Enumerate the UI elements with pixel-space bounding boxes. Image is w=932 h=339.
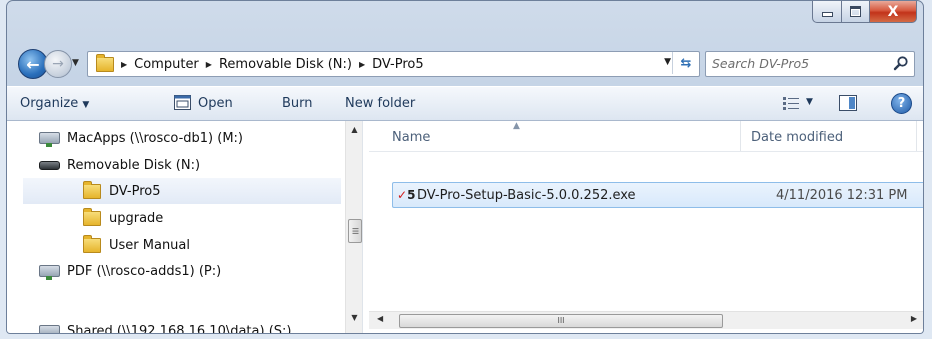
tree-item-macapps-drive[interactable]: MacApps (\\rosco-db1) (M:) [39,125,243,151]
folder-icon [83,207,101,226]
address-bar[interactable]: ▶ Computer ▶ Removable Disk (N:) ▶ DV-Pr… [87,51,700,77]
tree-item-upgrade[interactable]: upgrade [83,205,163,231]
breadcrumb-separator-icon[interactable]: ▶ [206,60,212,69]
column-header-date-modified[interactable]: Date modified [751,130,843,145]
explorer-window: X ← → ▼ ▶ Computer ▶ Removable Disk (N:)… [6,0,924,334]
minimize-icon [821,12,833,17]
minimize-button[interactable] [812,1,842,23]
help-icon: ? [897,96,906,111]
network-drive-icon [39,132,60,147]
folder-icon [96,53,114,72]
refresh-button[interactable]: ⇆ [672,52,699,74]
file-row[interactable]: ✓5 DV-Pro-Setup-Basic-5.0.0.252.exe 4/11… [392,182,923,208]
scrollbar-thumb[interactable]: III [399,314,723,328]
breadcrumb-removable-disk[interactable]: Removable Disk (N:) [219,57,352,72]
folder-icon [83,234,101,253]
tree-item-shared-drive[interactable]: Shared (\\192.168.16.10\data) (S:) [39,318,291,333]
tree-item-removable-disk[interactable]: Removable Disk (N:) [39,152,200,178]
tree-item-label: Shared (\\192.168.16.10\data) (S:) [67,323,292,334]
open-app-icon [174,95,191,110]
installer-icon-text: 5 [407,188,416,202]
network-drive-icon [39,265,60,280]
breadcrumb-separator-icon[interactable]: ▶ [121,60,127,69]
column-header-row: ▲ Name Date modified [369,121,923,152]
forward-button[interactable]: → [44,50,72,78]
scroll-down-icon[interactable]: ▼ [346,313,363,322]
tree-item-label: Removable Disk (N:) [67,157,201,173]
tree-item-dv-pro5[interactable]: DV-Pro5 [23,178,341,204]
file-name: DV-Pro-Setup-Basic-5.0.0.252.exe [417,187,636,203]
chevron-down-icon: ▼ [82,100,90,110]
back-arrow-icon: ← [26,54,40,74]
tree-item-label: DV-Pro5 [109,183,161,199]
organize-label: Organize [20,96,79,111]
scroll-right-icon[interactable]: ▶ [911,314,917,323]
search-input[interactable] [712,54,882,72]
column-divider[interactable] [740,121,741,151]
installer-icon: ✓5 [397,188,416,202]
file-list-horizontal-scrollbar[interactable]: ◀ III ▶ [369,311,923,329]
maximize-icon [850,6,861,17]
view-options-icon[interactable] [783,97,799,110]
sort-ascending-icon: ▲ [513,121,520,131]
breadcrumb-computer[interactable]: Computer [134,57,199,72]
navigation-pane-vertical-scrollbar[interactable]: ▲ III ▼ [345,121,363,333]
view-options-dropdown-icon[interactable]: ▼ [806,97,813,107]
tree-item-label: MacApps (\\rosco-db1) (M:) [67,130,244,146]
refresh-icon: ⇆ [680,55,692,71]
maximize-button[interactable] [842,1,870,23]
new-folder-button[interactable]: New folder [345,96,415,111]
folder-icon [83,180,101,199]
help-button[interactable]: ? [891,93,912,114]
breadcrumb-separator-icon[interactable]: ▶ [359,60,365,69]
command-bar: Organize ▼ Open Burn New folder ▼ ? [7,86,923,121]
search-box[interactable] [705,51,915,77]
column-divider[interactable] [916,121,917,151]
breadcrumb-dv-pro5[interactable]: DV-Pro5 [372,57,424,72]
scrollbar-thumb[interactable]: III [348,219,362,243]
file-list-pane: ▲ Name Date modified ✓5 DV-Pro-Setup-Bas… [369,121,923,333]
tree-item-label: User Manual [109,237,191,253]
open-button[interactable]: Open [198,96,233,111]
scroll-left-icon[interactable]: ◀ [377,314,383,323]
tree-item-label: upgrade [109,210,164,226]
file-date-modified: 4/11/2016 12:31 PM [776,187,908,203]
column-header-name[interactable]: Name [392,130,430,145]
navigation-bar: ← → ▼ ▶ Computer ▶ Removable Disk (N:) ▶… [7,48,923,79]
scroll-up-icon[interactable]: ▲ [346,125,363,134]
organize-button[interactable]: Organize ▼ [20,96,89,111]
removable-disk-icon [39,160,60,170]
preview-pane-icon[interactable] [839,95,857,111]
recent-pages-dropdown[interactable]: ▼ [72,58,79,68]
forward-arrow-icon: → [52,56,64,72]
burn-button[interactable]: Burn [282,96,313,111]
tree-item-user-manual[interactable]: User Manual [83,232,190,258]
tree-item-pdf-drive[interactable]: PDF (\\rosco-adds1) (P:) [39,258,221,284]
address-history-dropdown-icon[interactable]: ▼ [664,57,671,67]
close-icon: X [887,3,899,20]
caption-buttons: X [812,1,917,23]
network-drive-icon [39,325,60,333]
tree-item-label: PDF (\\rosco-adds1) (P:) [67,263,222,279]
search-icon[interactable] [893,55,909,71]
navigation-pane: MacApps (\\rosco-db1) (M:) Removable Dis… [7,121,352,333]
close-button[interactable]: X [870,1,917,23]
